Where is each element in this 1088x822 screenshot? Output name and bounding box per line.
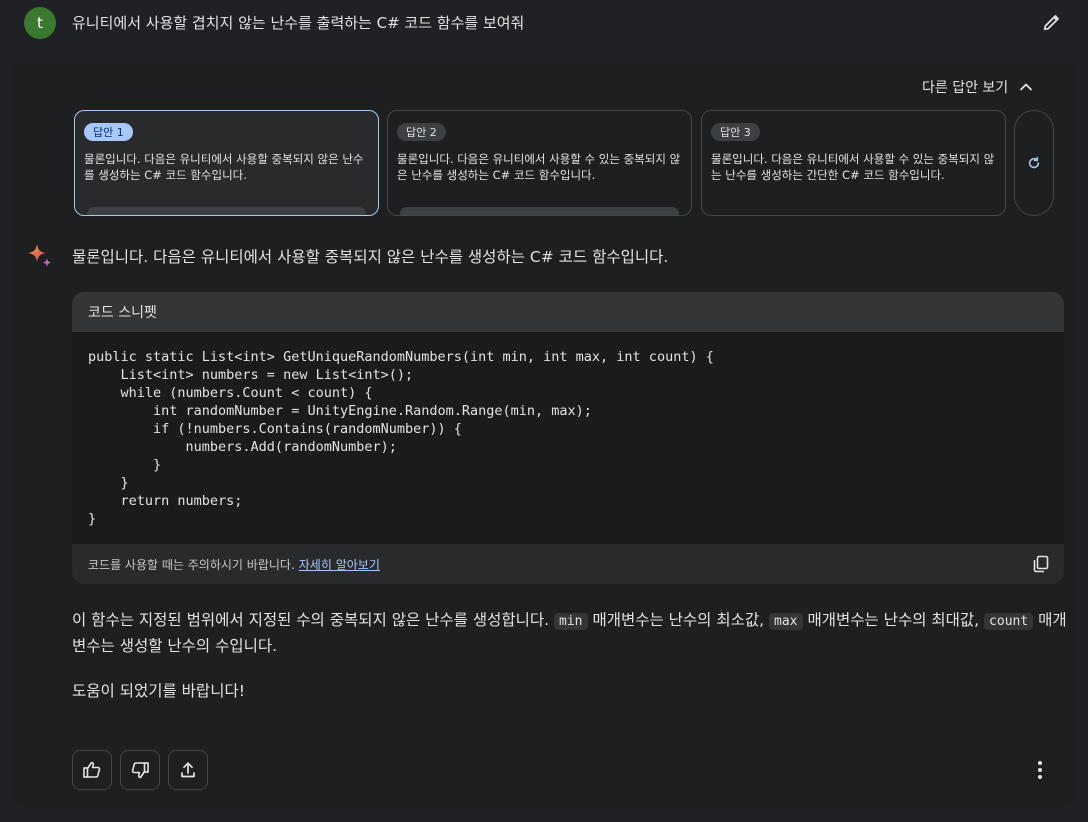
- draft-badge: 답안 3: [711, 123, 760, 141]
- code-snippet-header: 코드 스니펫: [72, 292, 1064, 332]
- user-query-text: 유니티에서 사용할 겹치지 않는 난수를 출력하는 C# 코드 함수를 보여줘: [72, 14, 525, 32]
- refresh-icon: [1028, 156, 1040, 169]
- draft-card-1[interactable]: 답안 1 물론입니다. 다음은 유니티에서 사용할 중복되지 않은 난수를 생성…: [74, 110, 379, 216]
- response-card: 다른 답안 보기 답안 1 물론입니다. 다음은 유니티에서 사용할 중복되지 …: [12, 62, 1076, 808]
- code-caution-text: 코드를 사용할 때는 주의하시기 바랍니다.: [88, 557, 295, 572]
- thumbs-down-icon: [131, 762, 149, 779]
- draft-badge: 답안 1: [84, 123, 133, 141]
- user-avatar[interactable]: t: [24, 7, 56, 39]
- copy-icon: [1033, 555, 1049, 573]
- gemini-sparkle-icon: [28, 244, 52, 267]
- explanation-text: 매개변수는 난수의 최소값,: [592, 611, 765, 629]
- draft-preview-text: 물론입니다. 다음은 유니티에서 사용할 중복되지 않은 난수를 생성하는 C#…: [84, 152, 364, 182]
- share-icon: [181, 762, 195, 778]
- answer-explanation-paragraph: 이 함수는 지정된 범위에서 지정된 수의 중복되지 않은 난수를 생성합니다.…: [72, 608, 1067, 658]
- code-snippet-body[interactable]: public static List<int> GetUniqueRandomN…: [72, 332, 1064, 544]
- share-button[interactable]: [168, 750, 208, 790]
- inline-code-count: count: [984, 613, 1034, 630]
- answer-lead-text: 물론입니다. 다음은 유니티에서 사용할 중복되지 않은 난수를 생성하는 C#…: [72, 248, 669, 266]
- code-snippet-block: 코드 스니펫 public static List<int> GetUnique…: [72, 292, 1064, 584]
- draft-card-3[interactable]: 답안 3 물론입니다. 다음은 유니티에서 사용할 수 있는 중복되지 않는 난…: [701, 110, 1006, 216]
- thumbs-up-button[interactable]: [72, 750, 112, 790]
- learn-more-link[interactable]: 자세히 알아보기: [299, 556, 380, 573]
- answer-closing-paragraph: 도움이 되었기를 바랍니다!: [72, 682, 245, 700]
- draft-preview-text: 물론입니다. 다음은 유니티에서 사용할 수 있는 중복되지 않은 난수를 생성…: [397, 152, 681, 182]
- regenerate-drafts-button[interactable]: [1014, 110, 1054, 216]
- code-text[interactable]: public static List<int> GetUniqueRandomN…: [88, 348, 1048, 528]
- view-other-drafts-toggle[interactable]: 다른 답안 보기: [922, 76, 1034, 98]
- draft-card-2[interactable]: 답안 2 물론입니다. 다음은 유니티에서 사용할 수 있는 중복되지 않은 난…: [387, 110, 692, 216]
- more-options-button[interactable]: [1028, 756, 1052, 784]
- draft-badge: 답안 2: [397, 123, 446, 141]
- code-snippet-footer: 코드를 사용할 때는 주의하시기 바랍니다. 자세히 알아보기: [72, 544, 1064, 584]
- inline-code-min: min: [554, 613, 588, 630]
- explanation-text: 이 함수는 지정된 범위에서 지정된 수의 중복되지 않은 난수를 생성합니다.: [72, 611, 550, 629]
- draft-preview-fade: [400, 207, 679, 215]
- copy-code-button[interactable]: [1030, 553, 1052, 575]
- explanation-text: 매개변수는 난수의 최대값,: [807, 611, 980, 629]
- thumbs-up-icon: [83, 761, 101, 778]
- draft-preview-text: 물론입니다. 다음은 유니티에서 사용할 수 있는 중복되지 않는 난수를 생성…: [711, 152, 995, 182]
- edit-query-button[interactable]: [1038, 8, 1066, 36]
- thumbs-down-button[interactable]: [120, 750, 160, 790]
- more-vert-icon: [1038, 761, 1042, 779]
- pencil-icon: [1043, 15, 1059, 31]
- inline-code-max: max: [769, 613, 803, 630]
- user-query-row: t 유니티에서 사용할 겹치지 않는 난수를 출력하는 C# 코드 함수를 보여…: [0, 0, 1088, 46]
- drafts-toggle-label: 다른 답안 보기: [922, 80, 1009, 96]
- draft-preview-fade: [87, 207, 366, 215]
- chevron-up-icon: [1020, 83, 1033, 91]
